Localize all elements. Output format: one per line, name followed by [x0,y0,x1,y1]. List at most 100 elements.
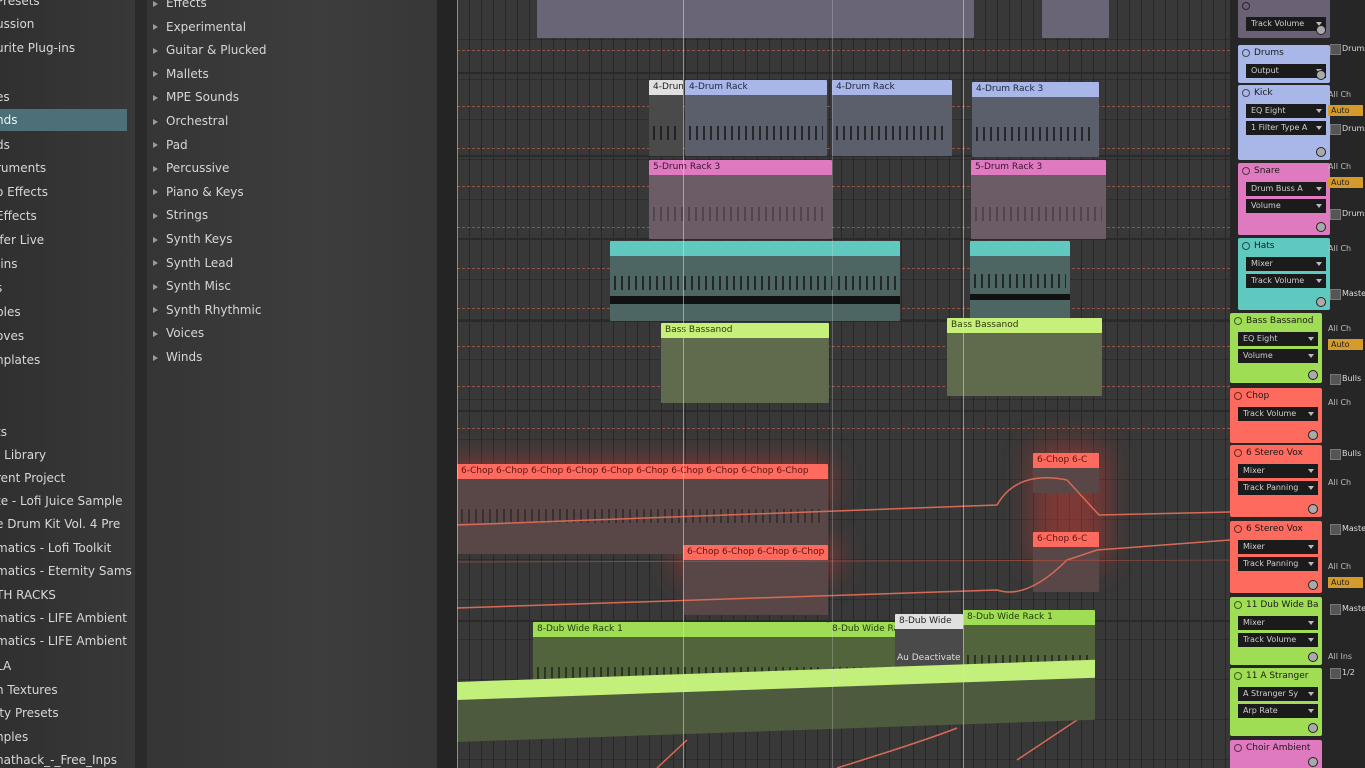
browser-place-item[interactable]: nds [0,109,127,131]
mixer-track-strip[interactable]: Kick EQ Eight 1 Filter Type A [1238,85,1330,160]
browser-place-item[interactable]: ds [0,134,135,156]
category-item[interactable]: Mallets [153,63,209,85]
monitor-toggle[interactable]: Drums [1328,43,1365,55]
track-activator-icon[interactable] [1242,242,1250,250]
playhead[interactable] [683,0,684,768]
expand-triangle-icon[interactable] [153,212,158,219]
browser-place-item[interactable]: ussion [0,13,135,35]
automation-chooser[interactable]: Track Volume [1246,274,1326,288]
monitor-toggle[interactable]: Auto [1328,339,1363,350]
expand-triangle-icon[interactable] [153,354,158,361]
mixer-track-strip[interactable]: Choir Ambient [1230,740,1322,768]
automation-chooser[interactable]: A Stranger Sy [1238,687,1318,701]
mixer-track-strip[interactable]: Bass Bassanod EQ Eight Volume [1230,313,1322,383]
track-activator-icon[interactable] [1242,49,1250,57]
monitor-toggle[interactable]: Drums [1328,123,1365,135]
knob-icon[interactable] [1308,430,1318,440]
category-item[interactable]: Synth Rhythmic [153,299,261,321]
io-section[interactable]: All Ins 1/2 [1328,650,1363,679]
browser-place-item[interactable]: LA [0,655,135,677]
expand-triangle-icon[interactable] [153,236,158,243]
knob-icon[interactable] [1316,147,1326,157]
expand-triangle-icon[interactable] [153,189,158,196]
panel-divider[interactable] [437,0,457,768]
track-activator-icon[interactable] [1242,167,1250,175]
monitor-toggle[interactable]: Bulls [1328,448,1363,460]
knob-icon[interactable] [1316,25,1326,35]
track-activator-icon[interactable] [1234,317,1242,325]
expand-triangle-icon[interactable] [153,260,158,267]
track-name[interactable]: Drums [1238,45,1330,61]
expand-triangle-icon[interactable] [153,165,158,172]
category-item[interactable]: Synth Lead [153,252,233,274]
io-section[interactable]: Drums [1328,205,1365,220]
browser-place-item[interactable]: oves [0,325,135,347]
browser-place-item[interactable] [0,373,135,395]
track-name[interactable]: Kick [1238,85,1330,101]
browser-place-item[interactable] [0,62,135,84]
automation-chooser[interactable]: Drum Buss A [1246,182,1326,196]
knob-icon[interactable] [1308,757,1318,767]
mixer-track-strip[interactable]: 11 A Stranger A Stranger Sy Arp Rate [1230,668,1322,736]
category-item[interactable]: Strings [153,204,208,226]
browser-place-item[interactable]: ity Presets [0,702,135,724]
knob-icon[interactable] [1316,297,1326,307]
io-section[interactable]: All Ch [1328,396,1363,410]
category-item[interactable]: Synth Misc [153,275,231,297]
mixer-track-strip[interactable]: 6 Stereo Vox Mixer Track Panning [1230,445,1322,517]
track-name[interactable]: 11 A Stranger [1230,668,1322,684]
browser-place-item[interactable]: matics - Lofi Toolkit [0,537,135,559]
browser-place-item[interactable]: ifer Live [0,229,135,251]
browser-place-item[interactable]: nplates [0,349,135,371]
automation-chooser[interactable]: Volume [1238,349,1318,363]
io-section[interactable]: All Ch Auto [1328,560,1363,588]
mixer-track-strip[interactable]: 11 Dub Wide Ba Mixer Track Volume [1230,597,1322,665]
category-item[interactable]: Synth Keys [153,228,232,250]
mixer-track-strip[interactable]: Drums Output [1238,45,1330,83]
panel-divider[interactable] [135,0,147,768]
track-name[interactable]: Snare [1238,163,1330,179]
browser-place-item[interactable]: matics - LIFE Ambient [0,630,135,652]
automation-chooser[interactable]: EQ Eight [1246,104,1326,118]
category-item[interactable]: Orchestral [153,110,228,132]
browser-place-item[interactable]: rent Project [0,467,135,489]
io-section[interactable]: All Ch Auto [1328,88,1363,116]
io-section[interactable]: All Ch [1328,242,1363,256]
knob-icon[interactable] [1308,580,1318,590]
browser-place-item[interactable]: ples [0,301,135,323]
io-section[interactable]: Master [1328,520,1365,535]
browser-place-item[interactable]: ruments [0,157,135,179]
expand-triangle-icon[interactable] [153,0,158,7]
knob-icon[interactable] [1308,652,1318,662]
automation-chooser[interactable]: Track Volume [1238,407,1318,421]
track-name[interactable]: 6 Stereo Vox [1230,521,1322,537]
automation-chooser[interactable]: Arp Rate [1238,704,1318,718]
io-section[interactable]: Master [1328,600,1365,615]
mixer-track-strip[interactable]: 6 Stereo Vox Mixer Track Panning [1230,521,1322,593]
expand-triangle-icon[interactable] [153,94,158,101]
monitor-toggle[interactable]: Master [1328,523,1365,535]
expand-triangle-icon[interactable] [153,307,158,314]
monitor-toggle[interactable]: 1/2 [1328,667,1363,679]
track-activator-icon[interactable] [1234,392,1242,400]
category-item[interactable]: MPE Sounds [153,86,239,108]
browser-place-item[interactable]: s [0,277,135,299]
expand-triangle-icon[interactable] [153,47,158,54]
knob-icon[interactable] [1308,723,1318,733]
track-activator-icon[interactable] [1242,2,1250,10]
browser-place-item[interactable]: urite Plug-ins [0,37,135,59]
automation-chooser[interactable]: Track Panning [1238,481,1318,495]
io-section[interactable]: Master [1328,285,1365,300]
browser-place-item[interactable]: Presets [0,0,135,12]
io-section[interactable]: All Ch [1328,476,1363,490]
knob-icon[interactable] [1316,222,1326,232]
mixer-track-strip[interactable]: Chop Track Volume [1230,388,1322,443]
category-item[interactable]: Percussive [153,157,229,179]
track-name[interactable] [1238,0,1330,14]
category-item[interactable]: Guitar & Plucked [153,39,267,61]
automation-chooser[interactable]: 1 Filter Type A [1246,121,1326,135]
monitor-toggle[interactable]: Drums [1328,208,1365,220]
automation-chooser[interactable]: Track Volume [1246,17,1326,31]
expand-triangle-icon[interactable] [153,71,158,78]
browser-place-item[interactable]: TH RACKS [0,584,135,606]
